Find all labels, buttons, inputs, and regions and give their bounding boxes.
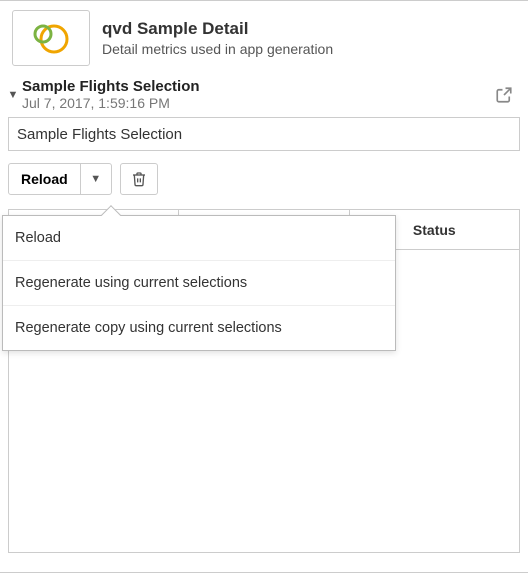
menu-item-regenerate[interactable]: Regenerate using current selections <box>3 261 395 306</box>
collapse-toggle-icon[interactable]: ▼ <box>4 89 22 101</box>
reload-button[interactable]: Reload <box>8 163 81 195</box>
actions-row: Reload ▼ <box>0 151 528 203</box>
delete-button[interactable] <box>120 163 158 195</box>
app-header: qvd Sample Detail Detail metrics used in… <box>0 2 528 74</box>
reload-dropdown-toggle[interactable]: ▼ <box>80 163 112 195</box>
reload-dropdown-menu: Reload Regenerate using current selectio… <box>2 215 396 351</box>
reload-split-button: Reload ▼ <box>8 163 112 195</box>
detail-timestamp: Jul 7, 2017, 1:59:16 PM <box>22 95 492 111</box>
app-icon <box>12 10 90 66</box>
app-subtitle: Detail metrics used in app generation <box>102 41 333 57</box>
detail-title: Sample Flights Selection <box>22 78 492 95</box>
detail-header-row: ▼ Sample Flights Selection Jul 7, 2017, … <box>0 78 528 111</box>
menu-item-regenerate-copy[interactable]: Regenerate copy using current selections <box>3 306 395 350</box>
name-input[interactable] <box>8 117 520 151</box>
bottom-border <box>0 572 528 576</box>
trash-icon <box>131 171 147 187</box>
app-title: qvd Sample Detail <box>102 19 333 39</box>
open-external-icon[interactable] <box>492 83 516 107</box>
menu-item-reload[interactable]: Reload <box>3 216 395 261</box>
